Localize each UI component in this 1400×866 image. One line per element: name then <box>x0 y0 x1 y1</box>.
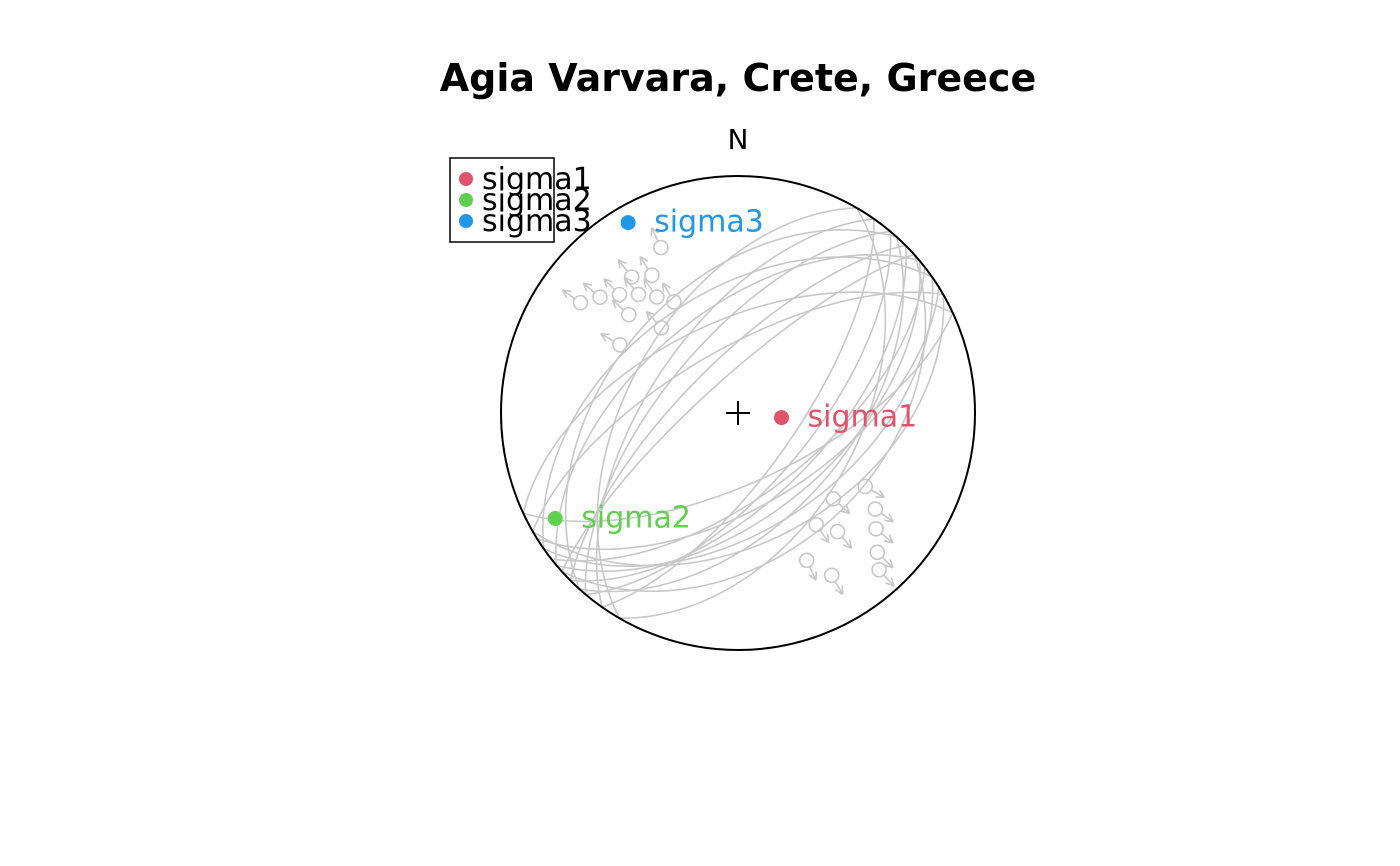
sigma1-label: sigma1 <box>808 400 918 435</box>
slip-pole <box>823 567 840 584</box>
slip-arrow <box>662 282 672 297</box>
slip-arrow <box>880 512 895 523</box>
slip-pole <box>798 552 815 569</box>
stereonet-plot: N sigma1sigma2sigma3 sigma1sigma2sigma3 <box>449 123 976 651</box>
slip-arrow <box>603 278 616 291</box>
slip-arrow <box>600 333 615 342</box>
slip-arrow <box>617 258 629 272</box>
legend-marker-sigma1 <box>459 172 473 186</box>
slip-arrow <box>870 489 885 499</box>
slip-pole <box>869 544 886 561</box>
sigma3-point <box>620 215 636 231</box>
sigma2-point <box>547 511 563 526</box>
slip-pole <box>623 269 640 285</box>
legend-marker-sigma2 <box>459 193 473 207</box>
slip-pole <box>653 239 669 256</box>
slip-pole <box>857 478 874 495</box>
slip-pole <box>620 306 637 323</box>
legend: sigma1sigma2sigma3 <box>449 157 592 243</box>
slip-pole <box>630 286 647 303</box>
slip-pole <box>644 267 660 284</box>
slip-arrow <box>883 574 895 587</box>
slip-pole <box>653 319 670 336</box>
sigma3-label: sigma3 <box>654 205 764 240</box>
sigma2-label: sigma2 <box>581 501 691 536</box>
north-label: N <box>728 123 749 156</box>
slip-pole <box>868 520 884 537</box>
slip-arrow <box>841 536 853 550</box>
slip-pole <box>648 289 665 305</box>
slip-pole <box>572 294 589 311</box>
slip-arrow <box>834 581 844 596</box>
slip-arrow <box>561 289 576 300</box>
slip-arrow <box>881 556 894 569</box>
slip-arrow <box>880 532 894 544</box>
center-cross <box>726 401 750 425</box>
slip-pole <box>612 336 628 353</box>
slip-arrow <box>639 255 649 270</box>
slip-pole <box>871 561 887 578</box>
legend-label-sigma3: sigma3 <box>482 204 592 239</box>
slip-arrow <box>819 529 830 544</box>
sigma1-point <box>774 410 789 426</box>
slip-arrow <box>808 566 817 581</box>
legend-marker-sigma3 <box>459 214 473 228</box>
slip-pole <box>592 289 608 306</box>
slip-pole <box>808 516 825 533</box>
slip-pole <box>867 501 884 517</box>
slip-pole <box>829 523 846 540</box>
slip-arrow <box>582 282 596 294</box>
